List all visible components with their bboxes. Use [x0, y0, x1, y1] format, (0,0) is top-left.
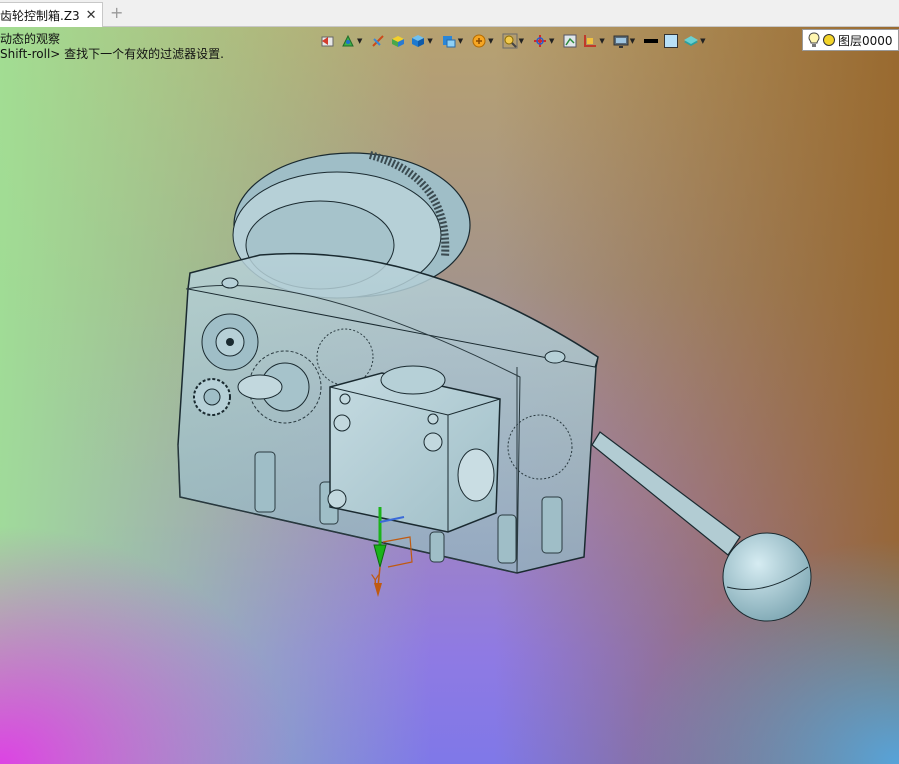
shaded-icon[interactable] — [390, 33, 406, 49]
3d-viewport[interactable]: 动态的观察 Shift-roll> 查找下一个有效的过滤器设置. ▼ ▼ ▼ ▼ — [0, 27, 899, 764]
zoom-icon[interactable] — [502, 33, 518, 49]
section-view-dropdown-icon[interactable]: ▼ — [458, 37, 463, 45]
zoom-dropdown-icon[interactable]: ▼ — [519, 37, 524, 45]
fill-color-icon[interactable] — [663, 33, 679, 49]
filter-icon[interactable] — [471, 33, 487, 49]
document-tab[interactable]: 齿轮控制箱.Z3 ✕ — [0, 2, 103, 27]
lightbulb-icon[interactable] — [808, 32, 820, 48]
add-tab-icon[interactable]: + — [110, 4, 123, 22]
layer-color-icon — [822, 33, 836, 47]
axis-icon[interactable] — [532, 33, 548, 49]
section-view-icon[interactable] — [441, 33, 457, 49]
display-dropdown-icon[interactable]: ▼ — [630, 37, 635, 45]
view-orient-icon[interactable] — [320, 33, 336, 49]
layer-stack-dropdown-icon[interactable]: ▼ — [700, 37, 705, 45]
document-tab-title: 齿轮控制箱.Z3 — [0, 8, 80, 23]
box-view-dropdown-icon[interactable]: ▼ — [427, 37, 432, 45]
gearbox-model[interactable] — [0, 27, 899, 764]
plane-icon[interactable] — [582, 33, 598, 49]
hint-line-1: 动态的观察 — [0, 32, 61, 46]
triad-y-label: Y — [371, 573, 380, 589]
render-mode-icon[interactable] — [340, 33, 356, 49]
lever-handle — [591, 431, 812, 622]
axis-dropdown-icon[interactable]: ▼ — [549, 37, 554, 45]
document-tab-bar: 齿轮控制箱.Z3 ✕ + — [0, 0, 899, 27]
layer-name: 图层0000 — [838, 33, 893, 48]
hint-line-2: Shift-roll> 查找下一个有效的过滤器设置. — [0, 47, 224, 61]
box-view-icon[interactable] — [410, 33, 426, 49]
frame-icon[interactable] — [562, 33, 578, 49]
render-mode-dropdown-icon[interactable]: ▼ — [357, 37, 362, 45]
layer-selector[interactable]: 图层0000 — [802, 29, 899, 51]
status-hint: 动态的观察 Shift-roll> 查找下一个有效的过滤器设置. — [0, 32, 224, 62]
filter-dropdown-icon[interactable]: ▼ — [488, 37, 493, 45]
plane-dropdown-icon[interactable]: ▼ — [599, 37, 604, 45]
wireframe-icon[interactable] — [370, 33, 386, 49]
line-color-icon[interactable] — [643, 33, 659, 49]
display-icon[interactable] — [613, 33, 629, 49]
close-tab-icon[interactable]: ✕ — [86, 9, 97, 22]
view-toolbar: ▼ ▼ ▼ ▼ ▼ ▼ ▼ ▼ ▼ — [320, 29, 710, 53]
layer-stack-icon[interactable] — [683, 33, 699, 49]
